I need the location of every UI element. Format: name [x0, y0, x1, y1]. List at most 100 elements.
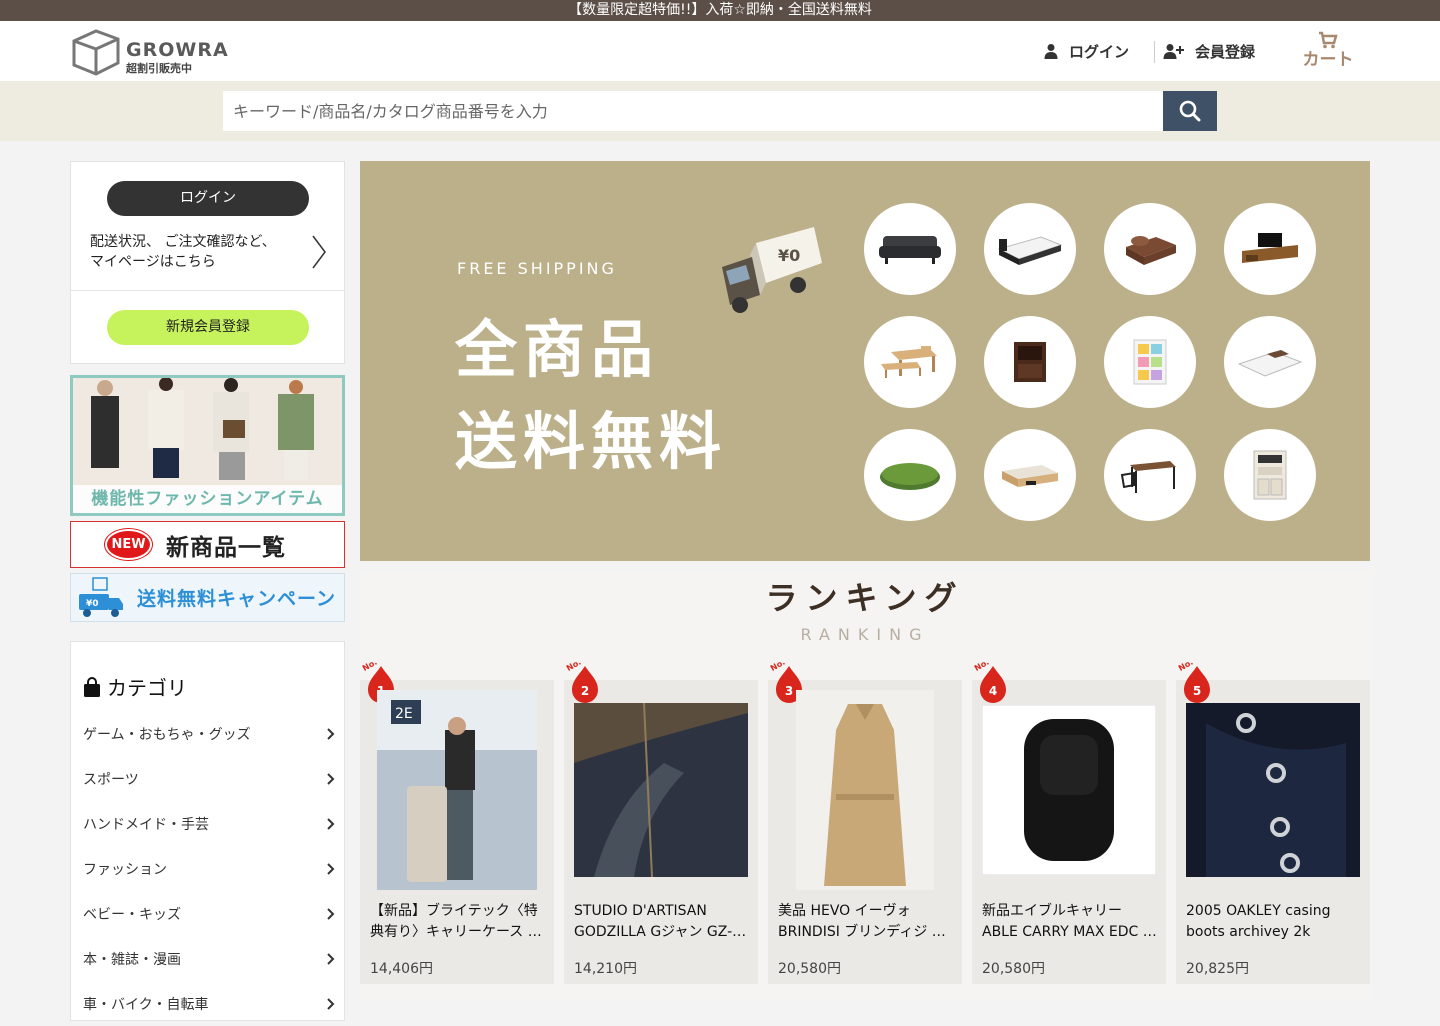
- sidebar-register-button[interactable]: 新規会員登録: [107, 310, 309, 345]
- category-item[interactable]: ベビー・キッズ: [83, 891, 335, 936]
- fashion-models-image: [73, 378, 342, 488]
- fashion-banner[interactable]: 機能性ファッションアイテム: [70, 375, 345, 516]
- product-image: [982, 690, 1156, 890]
- storage-rack-icon: [1133, 339, 1167, 385]
- new-badge: NEW: [105, 529, 152, 560]
- category-label: ベビー・キッズ: [83, 906, 181, 923]
- bed-icon: [997, 236, 1063, 265]
- desk-icon: [1120, 461, 1176, 493]
- cart-link[interactable]: カート: [1298, 31, 1358, 77]
- chevron-right-icon: [327, 772, 335, 785]
- header-login-label: ログイン: [1069, 42, 1130, 61]
- fashion-banner-caption: 機能性ファッションアイテム: [73, 485, 342, 513]
- category-item[interactable]: スポーツ: [83, 756, 335, 801]
- kitchen-rack-icon: [1253, 450, 1287, 500]
- product-price: 20,580円: [778, 961, 841, 977]
- header-register-label: 会員登録: [1195, 42, 1256, 61]
- chevron-right-icon: [327, 817, 335, 830]
- product-name[interactable]: 【新品】ブライテック〈特典有り〉キャリーケース …: [370, 901, 546, 943]
- free-shipping-banner[interactable]: ¥0 送料無料キャンペーン: [70, 573, 345, 622]
- category-item[interactable]: 車・バイク・自転車: [83, 981, 335, 1026]
- category-item[interactable]: ゲーム・おもちゃ・グッズ: [83, 711, 335, 756]
- svg-text:¥0: ¥0: [86, 599, 99, 609]
- product-price: 20,825円: [1186, 961, 1249, 977]
- product-card[interactable]: No. 3 美品 HEVO イーヴォ BRINDISI ブリンディジ … 20,5…: [768, 660, 962, 984]
- mattress-product-circle: [1224, 316, 1316, 408]
- category-label: ハンドメイド・手芸: [83, 816, 209, 833]
- login-desc-line2: マイページはこちら: [90, 254, 216, 270]
- hero-line2: 送料無料: [455, 405, 728, 478]
- product-name[interactable]: STUDIO D'ARTISAN GODZILLA Gジャン GZ-…: [574, 901, 750, 943]
- coffee-table-icon: [1002, 465, 1058, 487]
- product-name[interactable]: 新品エイブルキャリー ABLE CARRY MAX EDC …: [982, 901, 1158, 943]
- tv-stand-icon: [1242, 233, 1298, 263]
- chevron-right-icon: [327, 862, 335, 875]
- tv-stand-product-circle: [1224, 203, 1316, 295]
- category-item[interactable]: ファッション: [83, 846, 335, 891]
- product-card[interactable]: No.1 2E 【新品】ブライテック〈特典有り〉キャリーケース … 14,406…: [360, 660, 554, 984]
- chevron-right-icon: [327, 907, 335, 920]
- chevron-right-icon[interactable]: [311, 234, 327, 270]
- product-name[interactable]: 2005 OAKLEY casing boots archivey 2k: [1186, 901, 1362, 943]
- category-label: スポーツ: [83, 771, 139, 788]
- svg-text:No.: No.: [362, 660, 379, 673]
- chevron-right-icon: [327, 727, 335, 740]
- site-logo[interactable]: GROWRA 超割引販売中: [70, 27, 230, 77]
- rug-icon: [880, 463, 940, 490]
- sofa-product-circle: [864, 203, 956, 295]
- product-card[interactable]: No. 2 STUDIO D'ARTISAN GODZILLA Gジャン GZ-……: [564, 660, 758, 984]
- delivery-truck-icon: ¥0: [79, 576, 123, 617]
- box-logo-icon: [72, 29, 120, 76]
- svg-text:No.: No.: [974, 660, 991, 673]
- svg-text:No.: No.: [1178, 660, 1195, 673]
- site-header: GROWRA 超割引販売中 ログイン 会員登録 カート: [0, 21, 1440, 81]
- free-shipping-hero[interactable]: FREE SHIPPING 全商品 送料無料 ¥0: [360, 161, 1370, 561]
- header-register-link[interactable]: 会員登録: [1163, 21, 1255, 81]
- category-panel: カテゴリ ゲーム・おもちゃ・グッズ スポーツ ハンドメイド・手芸 ファッション …: [70, 641, 345, 1021]
- storage-rack-product-circle: [1104, 316, 1196, 408]
- sofa-icon: [879, 236, 941, 264]
- search-button[interactable]: [1163, 91, 1217, 131]
- logo-tagline: 超割引販売中: [126, 62, 192, 75]
- category-label: 車・バイク・自転車: [83, 996, 209, 1013]
- announcement-text: 【数量限定超特価!!】入荷☆即納・全国送料無料: [568, 2, 872, 18]
- logo-wordmark: GROWRA: [126, 39, 229, 61]
- new-products-banner[interactable]: NEW 新商品一覧: [70, 521, 345, 568]
- svg-text:No.: No.: [566, 660, 583, 673]
- mypage-link[interactable]: 配送状況、 ご注文確認など、 マイページはこちら: [90, 232, 310, 272]
- hero-line1: 全商品: [455, 313, 660, 386]
- delivery-truck-icon: ¥0: [722, 227, 822, 313]
- cabinet-icon: [1014, 342, 1046, 382]
- cabinet-product-circle: [984, 316, 1076, 408]
- category-title: カテゴリ: [107, 676, 187, 700]
- announcement-bar: 【数量限定超特価!!】入荷☆即納・全国送料無料: [0, 0, 1440, 21]
- desk-product-circle: [1104, 429, 1196, 521]
- user-plus-icon: [1163, 44, 1184, 59]
- kitchen-rack-product-circle: [1224, 429, 1316, 521]
- product-card[interactable]: No. 4 新品エイブルキャリー ABLE CARRY MAX EDC … 20,…: [972, 660, 1166, 984]
- header-divider: [1154, 41, 1155, 63]
- cart-label: カート: [1302, 50, 1354, 70]
- category-item[interactable]: ハンドメイド・手芸: [83, 801, 335, 846]
- header-login-link[interactable]: ログイン: [1043, 21, 1129, 81]
- ranking-section: ランキング RANKING No.1 2E 【新品】ブライテック〈特典有り〉キャ…: [360, 571, 1370, 1000]
- hero-kicker: FREE SHIPPING: [457, 259, 617, 278]
- svg-text:No.: No.: [770, 660, 787, 673]
- product-image: [778, 690, 952, 890]
- search-input[interactable]: [223, 91, 1163, 131]
- product-price: 14,406円: [370, 961, 433, 977]
- product-name[interactable]: 美品 HEVO イーヴォ BRINDISI ブリンディジ …: [778, 901, 954, 943]
- mattress-icon: [1237, 350, 1303, 377]
- category-heading: カテゴリ: [83, 672, 187, 701]
- login-panel: ログイン 配送状況、 ご注文確認など、 マイページはこちら 新規会員登録: [70, 161, 345, 364]
- svg-text:2E: 2E: [395, 706, 413, 722]
- product-card[interactable]: No. 5 2005 OAKLEY casing boots archivey 2…: [1176, 660, 1370, 984]
- product-price: 14,210円: [574, 961, 637, 977]
- sidebar-login-button[interactable]: ログイン: [107, 181, 309, 216]
- coffee-table-product-circle: [984, 429, 1076, 521]
- product-image: 2E: [370, 690, 544, 890]
- free-shipping-label: 送料無料キャンペーン: [137, 588, 337, 610]
- category-item[interactable]: 本・雑誌・漫画: [83, 936, 335, 981]
- category-label: ゲーム・おもちゃ・グッズ: [83, 726, 251, 743]
- user-icon: [1044, 44, 1058, 59]
